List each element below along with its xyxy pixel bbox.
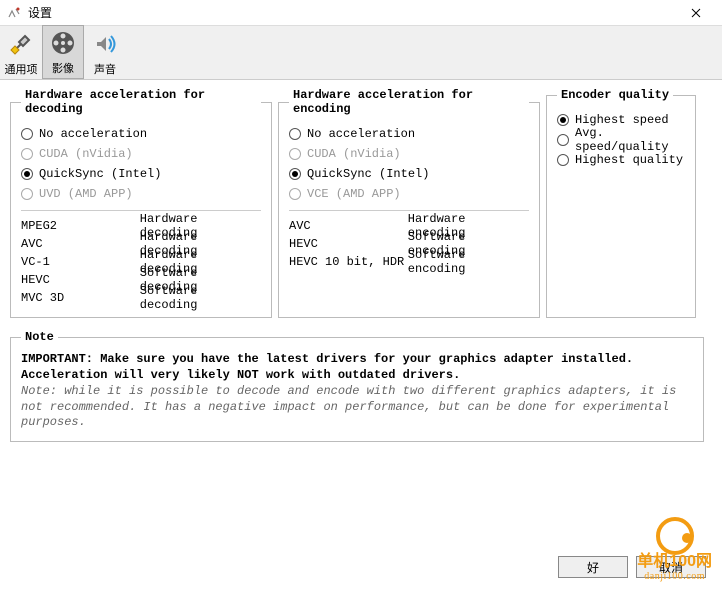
tab-general[interactable]: 通用项 [0,25,42,79]
fieldset-quality: Encoder quality Highest speed Avg. speed… [546,88,696,318]
encode-codec-list: AVCHardware encoding HEVCSoftware encodi… [289,217,529,271]
footer-buttons: 好 取消 [558,556,706,578]
legend-note: Note [21,330,58,344]
radio-encode-vce: VCE (AMD APP) [289,184,529,204]
note-important-2: Acceleration will very likely NOT work w… [21,368,693,382]
note-italic: Note: while it is possible to decode and… [21,384,693,431]
note-important-1: IMPORTANT: Make sure you have the latest… [21,352,693,366]
fieldset-decoding: Hardware acceleration for decoding No ac… [10,88,272,318]
toolbar: 通用项 影像 声音 [0,26,722,80]
film-reel-icon [47,27,79,59]
radio-decode-quicksync[interactable]: QuickSync (Intel) [21,164,261,184]
close-icon [691,8,701,18]
watermark-logo-icon [656,517,694,555]
close-button[interactable] [676,0,716,26]
sound-icon [89,28,121,60]
titlebar: 设置 [0,0,722,26]
radio-quality-quality[interactable]: Highest quality [557,150,685,170]
legend-quality: Encoder quality [557,88,673,102]
list-item: MVC 3DSoftware decoding [21,289,261,307]
legend-decoding: Hardware acceleration for decoding [21,88,261,116]
tab-video[interactable]: 影像 [42,25,84,79]
content-area: Hardware acceleration for decoding No ac… [0,80,722,326]
window-title: 设置 [28,4,676,21]
fieldset-note: Note IMPORTANT: Make sure you have the l… [10,330,704,442]
radio-encode-cuda: CUDA (nVidia) [289,144,529,164]
fieldset-encoding: Hardware acceleration for encoding No ac… [278,88,540,318]
cancel-button[interactable]: 取消 [636,556,706,578]
radio-decode-cuda: CUDA (nVidia) [21,144,261,164]
list-item: HEVC 10 bit, HDRSoftware encoding [289,253,529,271]
wrench-icon [5,28,37,60]
decode-codec-list: MPEG2Hardware decoding AVCHardware decod… [21,217,261,307]
tab-sound[interactable]: 声音 [84,25,126,79]
ok-button[interactable]: 好 [558,556,628,578]
legend-encoding: Hardware acceleration for encoding [289,88,529,116]
radio-encode-none[interactable]: No acceleration [289,124,529,144]
app-icon [6,5,22,21]
radio-encode-quicksync[interactable]: QuickSync (Intel) [289,164,529,184]
radio-quality-avg[interactable]: Avg. speed/quality [557,130,685,150]
radio-decode-none[interactable]: No acceleration [21,124,261,144]
radio-decode-uvd: UVD (AMD APP) [21,184,261,204]
